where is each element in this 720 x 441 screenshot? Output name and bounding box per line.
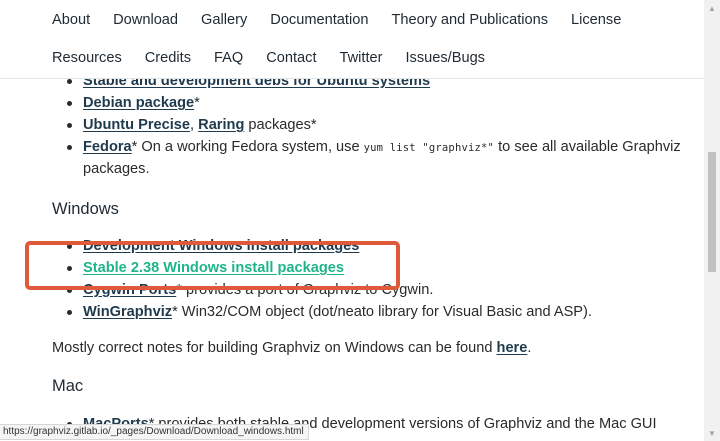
here-link[interactable]: here bbox=[497, 340, 528, 356]
main-content: Stable and development debs for Ubuntu s… bbox=[0, 78, 704, 441]
status-bar-url: https://graphviz.gitlab.io/_pages/Downlo… bbox=[0, 424, 309, 440]
nav-gallery[interactable]: Gallery bbox=[201, 11, 247, 29]
yum-command-code: yum list "graphviz*" bbox=[363, 142, 495, 154]
raring-link[interactable]: Raring bbox=[198, 117, 244, 133]
scroll-up-arrow-icon[interactable]: ▲ bbox=[704, 0, 720, 16]
fedora-text: * On a working Fedora system, use bbox=[131, 139, 364, 155]
fedora-link[interactable]: Fedora bbox=[83, 139, 132, 155]
scroll-down-arrow-icon[interactable]: ▼ bbox=[704, 425, 720, 441]
ubuntu-debs-link[interactable]: Stable and development debs for Ubuntu s… bbox=[83, 78, 430, 89]
list-item: Ubuntu Precise, Raring packages* bbox=[67, 116, 317, 134]
mac-heading: Mac bbox=[52, 377, 84, 395]
list-item: Fedora* On a working Fedora system, use … bbox=[67, 138, 681, 157]
wingraphviz-text: * Win32/COM object (dot/neato library fo… bbox=[172, 304, 592, 320]
windows-heading: Windows bbox=[52, 200, 119, 218]
highlight-annotation-box bbox=[25, 241, 400, 290]
nav-issues-bugs[interactable]: Issues/Bugs bbox=[405, 49, 485, 67]
bullet bbox=[67, 145, 72, 150]
bullet bbox=[67, 310, 72, 315]
vertical-scrollbar[interactable]: ▲ ▼ bbox=[704, 0, 720, 441]
windows-build-notes: Mostly correct notes for building Graphv… bbox=[52, 339, 531, 357]
nav-credits[interactable]: Credits bbox=[145, 49, 191, 67]
nav-twitter[interactable]: Twitter bbox=[340, 49, 383, 67]
nav-download[interactable]: Download bbox=[113, 11, 178, 29]
asterisk: * bbox=[194, 95, 200, 111]
bullet bbox=[67, 123, 72, 128]
nav-contact[interactable]: Contact bbox=[266, 49, 316, 67]
nav-resources[interactable]: Resources bbox=[52, 49, 122, 67]
notes-text: Mostly correct notes for building Graphv… bbox=[52, 340, 497, 356]
top-nav: About Download Gallery Documentation The… bbox=[0, 0, 704, 79]
scroll-thumb[interactable] bbox=[708, 152, 716, 272]
notes-period: . bbox=[527, 340, 532, 356]
debian-package-link[interactable]: Debian package bbox=[83, 95, 194, 111]
page: About Download Gallery Documentation The… bbox=[0, 0, 704, 441]
list-item: Stable and development debs for Ubuntu s… bbox=[67, 78, 430, 90]
nav-theory-publications[interactable]: Theory and Publications bbox=[391, 11, 548, 29]
nav-documentation[interactable]: Documentation bbox=[270, 11, 368, 29]
nav-about[interactable]: About bbox=[52, 11, 90, 29]
list-item: Debian package* bbox=[67, 94, 200, 112]
bullet bbox=[67, 101, 72, 106]
bullet bbox=[67, 79, 72, 84]
packages-suffix: packages* bbox=[244, 117, 317, 133]
list-item: WinGraphviz* Win32/COM object (dot/neato… bbox=[67, 303, 592, 321]
fedora-text-end: to see all available Graphviz bbox=[494, 139, 681, 155]
nav-row-secondary: Resources Credits FAQ Contact Twitter Is… bbox=[52, 49, 508, 67]
fedora-text-continued: packages. bbox=[83, 161, 150, 177]
nav-faq[interactable]: FAQ bbox=[214, 49, 243, 67]
nav-license[interactable]: License bbox=[571, 11, 621, 29]
separator: , bbox=[190, 117, 199, 133]
wingraphviz-link[interactable]: WinGraphviz bbox=[83, 304, 172, 320]
ubuntu-precise-link[interactable]: Ubuntu Precise bbox=[83, 117, 190, 133]
nav-row-primary: About Download Gallery Documentation The… bbox=[52, 11, 644, 29]
